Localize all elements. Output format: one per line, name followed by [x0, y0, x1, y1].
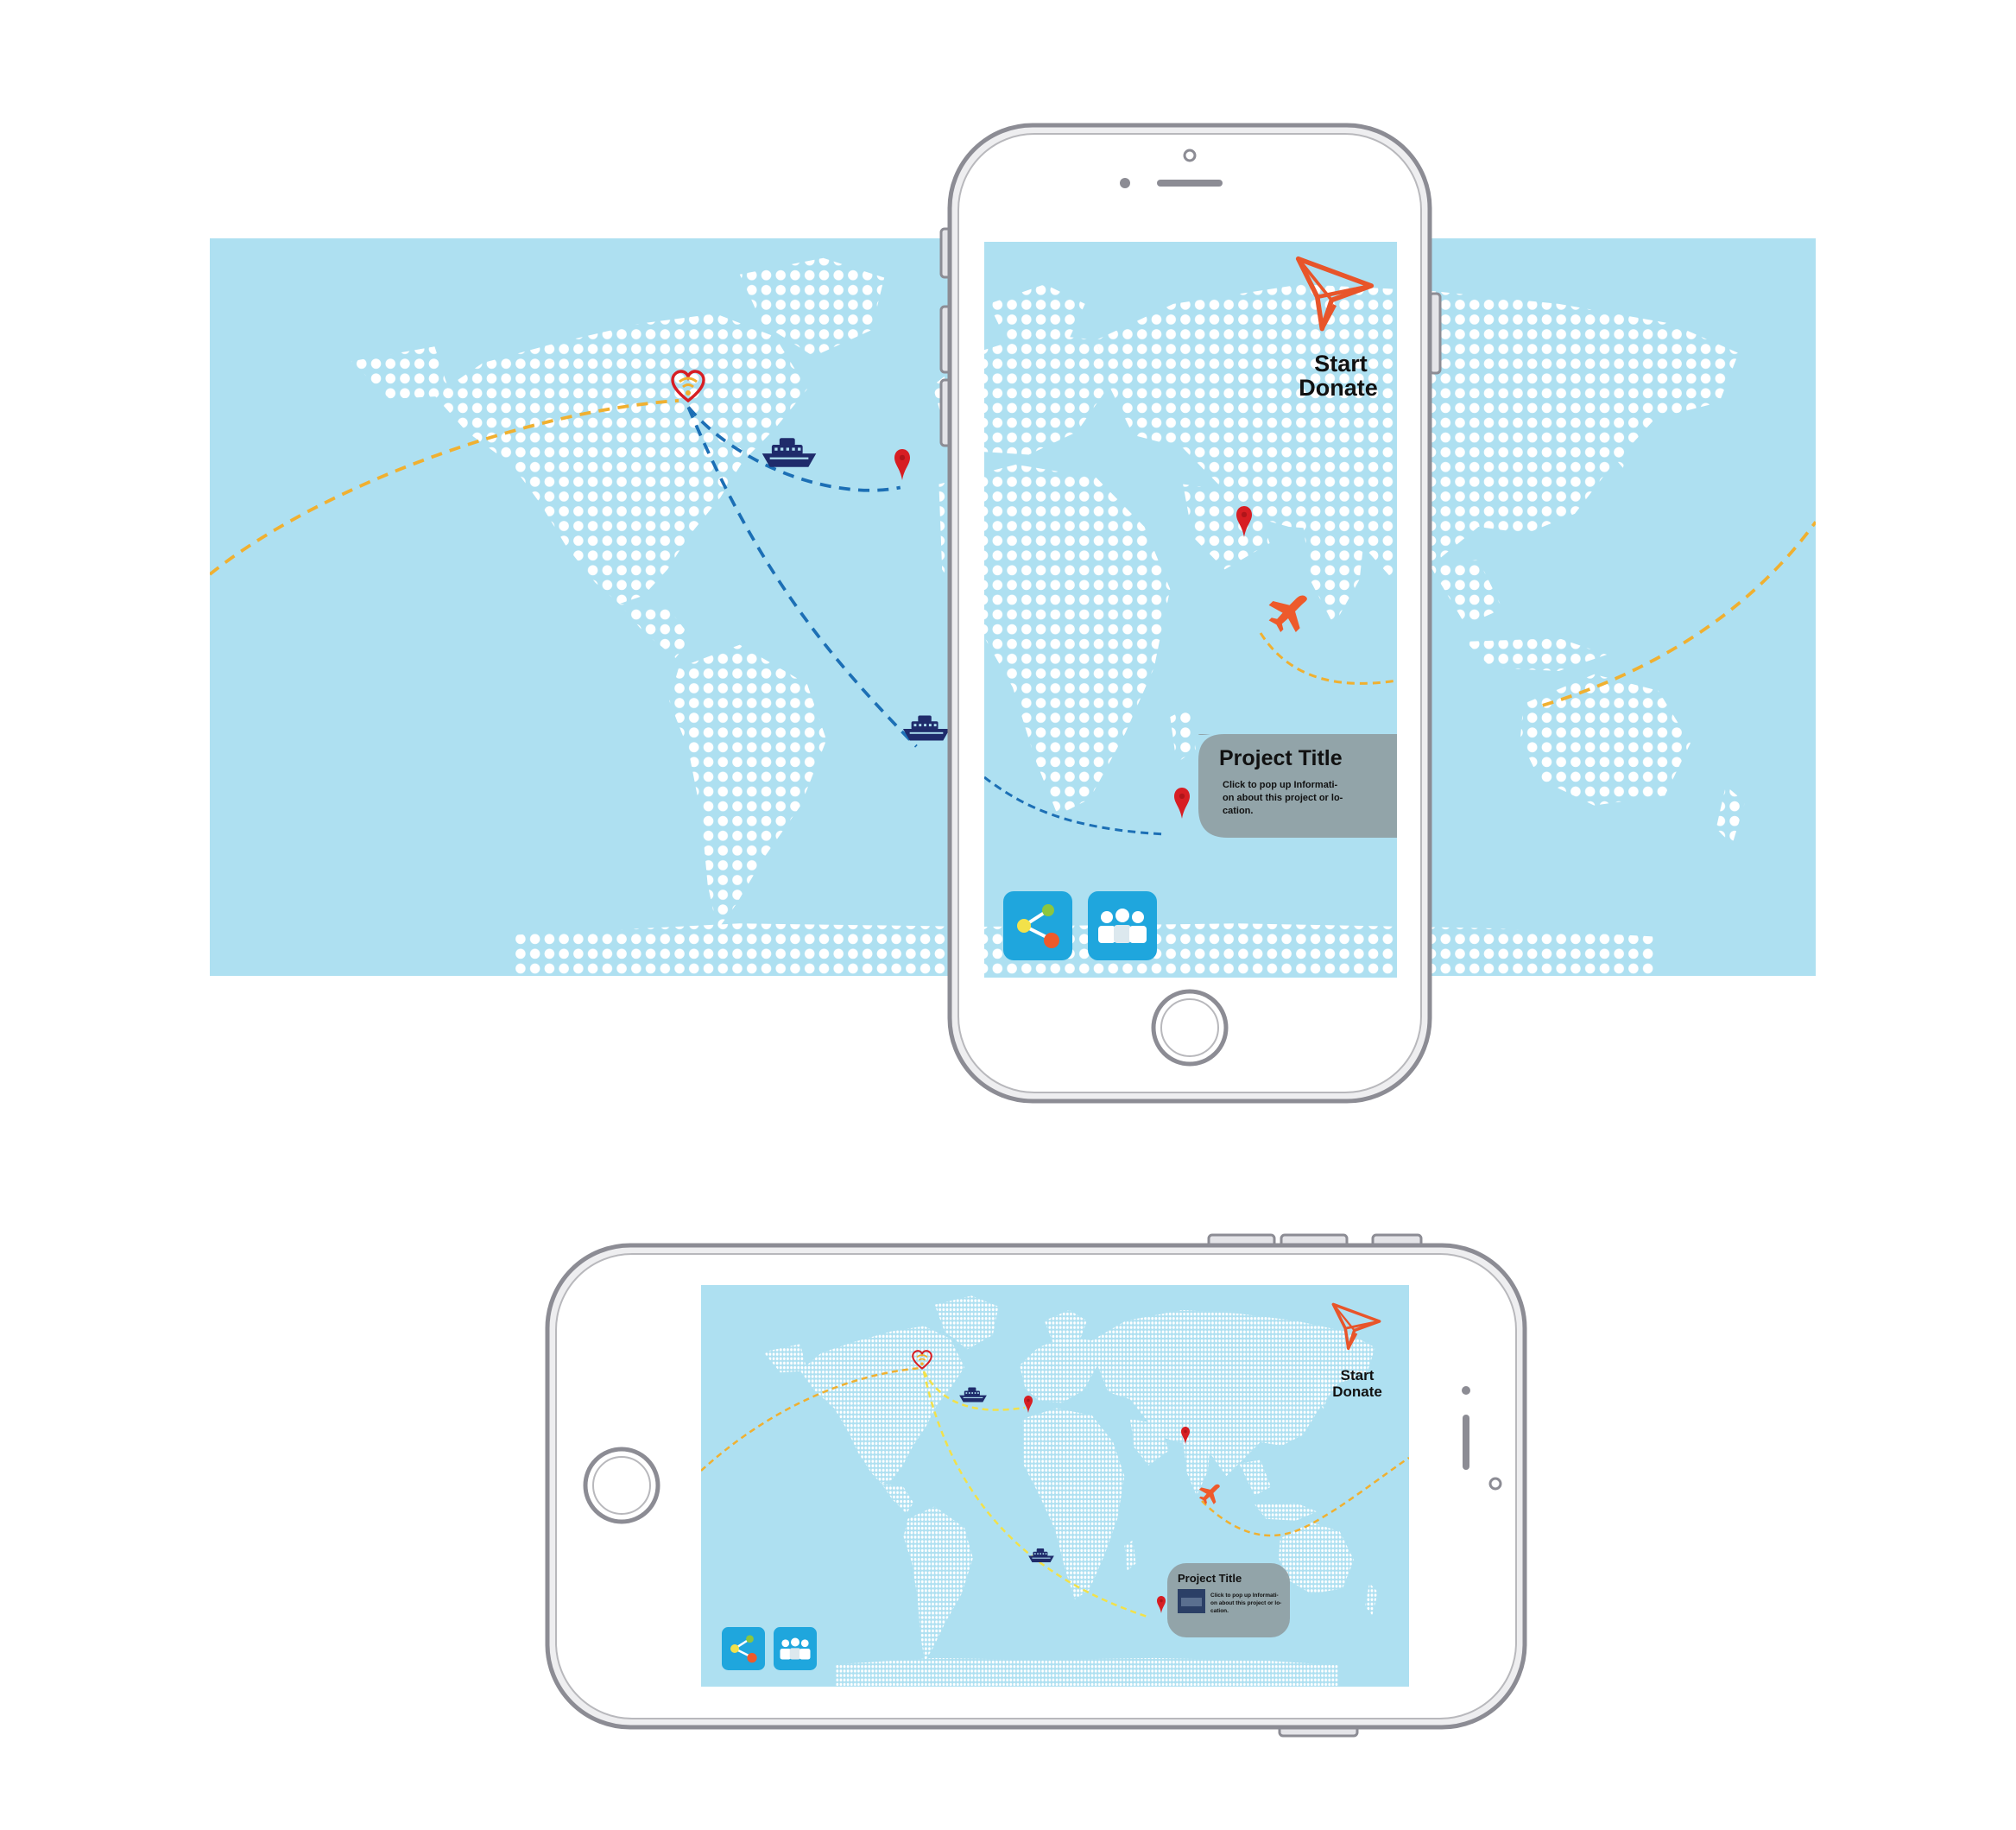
project-description-line: on about this project or lo-: [1210, 1600, 1281, 1606]
project-card[interactable]: Project Title Click to pop up Informati-…: [1167, 1563, 1290, 1637]
share-button[interactable]: [1003, 891, 1072, 960]
project-description-line: Click to pop up Informati-: [1210, 1593, 1279, 1599]
project-description-line: Click to pop up Informati-: [1223, 780, 1338, 790]
project-title: Project Title: [1178, 1572, 1242, 1585]
start-donate-line2[interactable]: Donate: [1332, 1384, 1382, 1400]
project-description-line: cation.: [1210, 1608, 1229, 1614]
people-button[interactable]: [774, 1627, 817, 1670]
start-donate-line2[interactable]: Donate: [1299, 375, 1378, 401]
people-button[interactable]: [1088, 891, 1157, 960]
project-description-line: cation.: [1223, 806, 1253, 816]
start-donate-line1[interactable]: Start: [1341, 1367, 1375, 1384]
project-description-line: on about this project or lo-: [1223, 793, 1343, 803]
project-title: Project Title: [1219, 746, 1343, 770]
start-donate-line1[interactable]: Start: [1314, 351, 1368, 377]
project-card[interactable]: Project Title Click to pop up Informati-…: [1198, 734, 1397, 838]
landscape-phone: Start Donate Project Title Click to pop …: [545, 1233, 1527, 1738]
share-button[interactable]: [722, 1627, 765, 1670]
landscape-screen: Start Donate Project Title Click to pop …: [701, 1285, 1409, 1687]
